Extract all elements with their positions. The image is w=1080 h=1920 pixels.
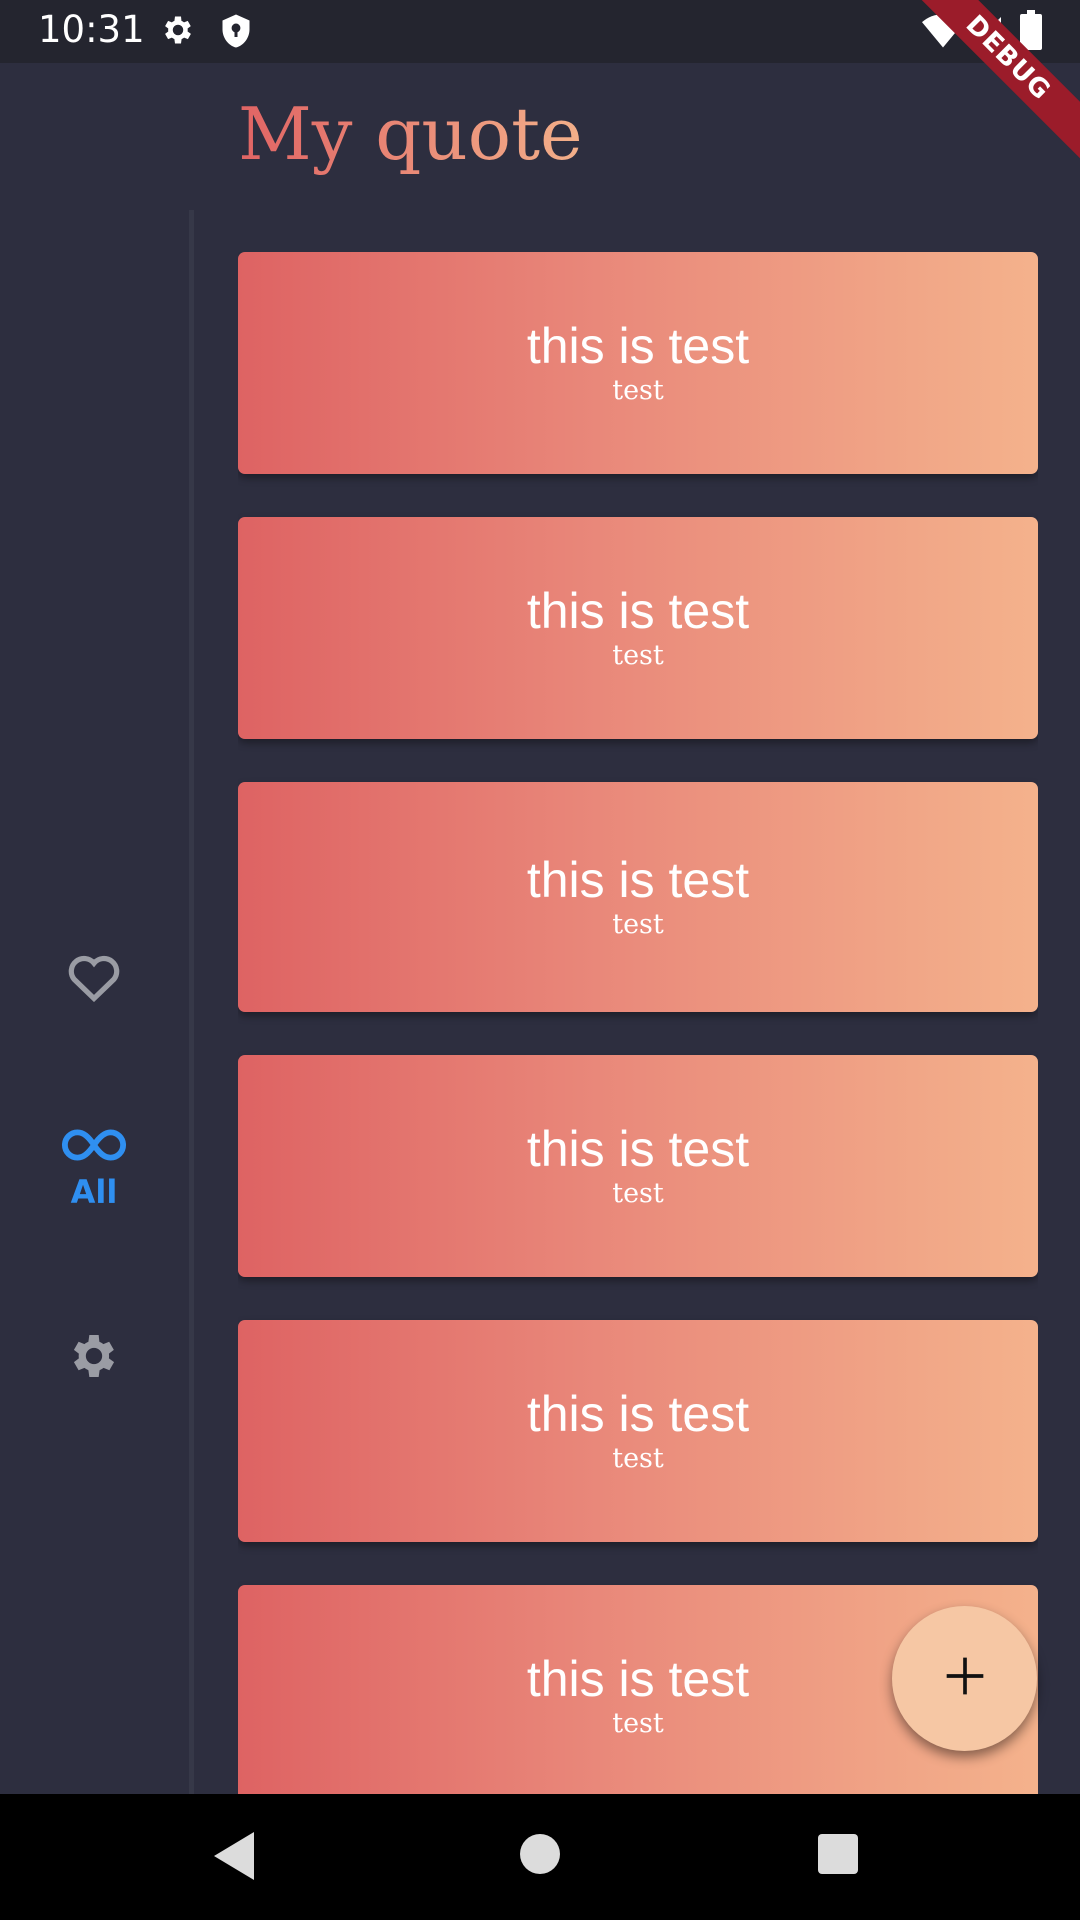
quote-author: test [612, 1443, 664, 1474]
quote-author: test [612, 1708, 664, 1739]
nav-item-all[interactable]: All [0, 1128, 188, 1211]
quote-card[interactable]: this is test test [238, 517, 1038, 739]
back-icon[interactable] [214, 1832, 258, 1885]
status-bar: 10:31 [0, 0, 1080, 63]
plus-icon [943, 1654, 987, 1703]
settings-gear-icon [160, 12, 196, 53]
nav-rail-divider [189, 210, 194, 1794]
navigation-rail: All [0, 210, 190, 1794]
settings-gear-icon [66, 1335, 122, 1388]
page-title: My quote [238, 92, 583, 176]
quote-card[interactable]: this is test test [238, 252, 1038, 474]
shield-icon [218, 12, 254, 55]
quote-author: test [612, 375, 664, 406]
quote-text: this is test [526, 1651, 750, 1707]
recents-icon[interactable] [818, 1834, 858, 1879]
status-time: 10:31 [38, 8, 145, 51]
app-screen: 10:31 DEBUG My quote All this is test te… [0, 0, 1080, 1920]
quote-text: this is test [526, 852, 750, 908]
quote-text: this is test [526, 1121, 750, 1177]
home-icon[interactable] [520, 1834, 560, 1879]
quote-author: test [612, 909, 664, 940]
infinity-icon [61, 1129, 127, 1166]
heart-outline-icon [65, 955, 123, 1006]
quote-author: test [612, 1178, 664, 1209]
nav-item-all-label: All [70, 1173, 118, 1211]
quote-card[interactable]: this is test test [238, 782, 1038, 1012]
add-quote-button[interactable] [892, 1606, 1037, 1751]
quote-author: test [612, 640, 664, 671]
quote-card[interactable]: this is test test [238, 1055, 1038, 1277]
nav-item-favorites[interactable] [0, 950, 188, 1007]
quote-text: this is test [526, 583, 750, 639]
system-navigation-bar [0, 1794, 1080, 1920]
nav-item-settings[interactable] [0, 1328, 188, 1389]
quote-card[interactable]: this is test test [238, 1320, 1038, 1542]
quote-text: this is test [526, 1386, 750, 1442]
quote-list[interactable]: this is test test this is test test this… [238, 252, 1038, 1794]
quote-text: this is test [526, 318, 750, 374]
